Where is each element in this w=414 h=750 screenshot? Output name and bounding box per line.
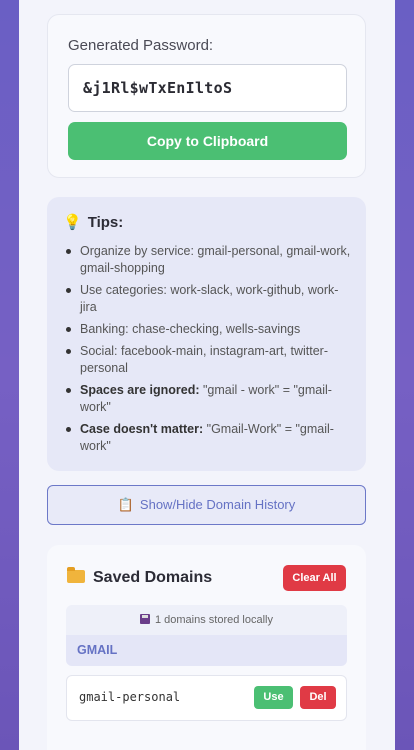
password-label: Generated Password: [68,37,214,54]
tips-card: 💡 Tips: Organize by service: gmail-person… [47,197,366,471]
tips-heading: 💡 Tips: [63,213,123,231]
list-item: Use categories: work-slack, work-github,… [64,282,354,316]
clipboard-icon: 📋 [117,497,134,512]
list-item: Spaces are ignored: "gmail - work" = "gm… [64,382,354,416]
history-label: Show/Hide Domain History [139,497,296,512]
list-item: Social: facebook-main, instagram-art, tw… [64,343,354,377]
list-item: Organize by service: gmail-personal, gma… [64,243,354,277]
saved-domains-card: Saved Domains Clear All 1 domains stored… [47,545,366,750]
saved-domains-heading: Saved Domains [67,567,213,587]
generated-password-field[interactable]: &j1Rl$wTxEnIltoS [68,64,347,112]
domain-name: gmail-personal [79,690,181,704]
tip-text: Use categories: work-slack, work-github,… [80,283,339,314]
list-item: Banking: chase-checking, wells-savings [64,321,354,338]
use-domain-button[interactable]: Use [254,686,293,709]
folder-icon [67,567,85,583]
tip-text: Banking: chase-checking, wells-savings [80,322,301,336]
main-panel: Generated Password: &j1Rl$wTxEnIltoS Cop… [19,0,395,750]
tip-text: Social: facebook-main, instagram-art, tw… [80,344,329,375]
saved-domains-title: Saved Domains [93,569,213,586]
tip-bold: Case doesn't matter: [80,422,204,436]
clear-all-button[interactable]: Clear All [283,565,346,591]
copy-to-clipboard-button[interactable]: Copy to Clipboard [68,122,347,160]
tips-title: Tips: [87,214,124,231]
lightbulb-icon: 💡 [63,214,82,231]
password-card: Generated Password: &j1Rl$wTxEnIltoS Cop… [47,14,366,178]
storage-count-bar: 1 domains stored locally [66,605,347,635]
domain-group-header: GMAIL [66,635,347,666]
tip-bold: Spaces are ignored: [80,383,200,397]
floppy-disk-icon [139,614,150,624]
list-item: Case doesn't matter: "Gmail-Work" = "gma… [64,421,354,455]
domain-history-toggle-button[interactable]: 📋 Show/Hide Domain History [47,485,366,525]
tip-text: Organize by service: gmail-personal, gma… [80,244,351,275]
domain-row: gmail-personal Use Del [66,675,347,721]
storage-count-text: 1 domains stored locally [154,614,273,626]
delete-domain-button[interactable]: Del [300,686,336,709]
tips-list: Organize by service: gmail-personal, gma… [64,243,354,460]
